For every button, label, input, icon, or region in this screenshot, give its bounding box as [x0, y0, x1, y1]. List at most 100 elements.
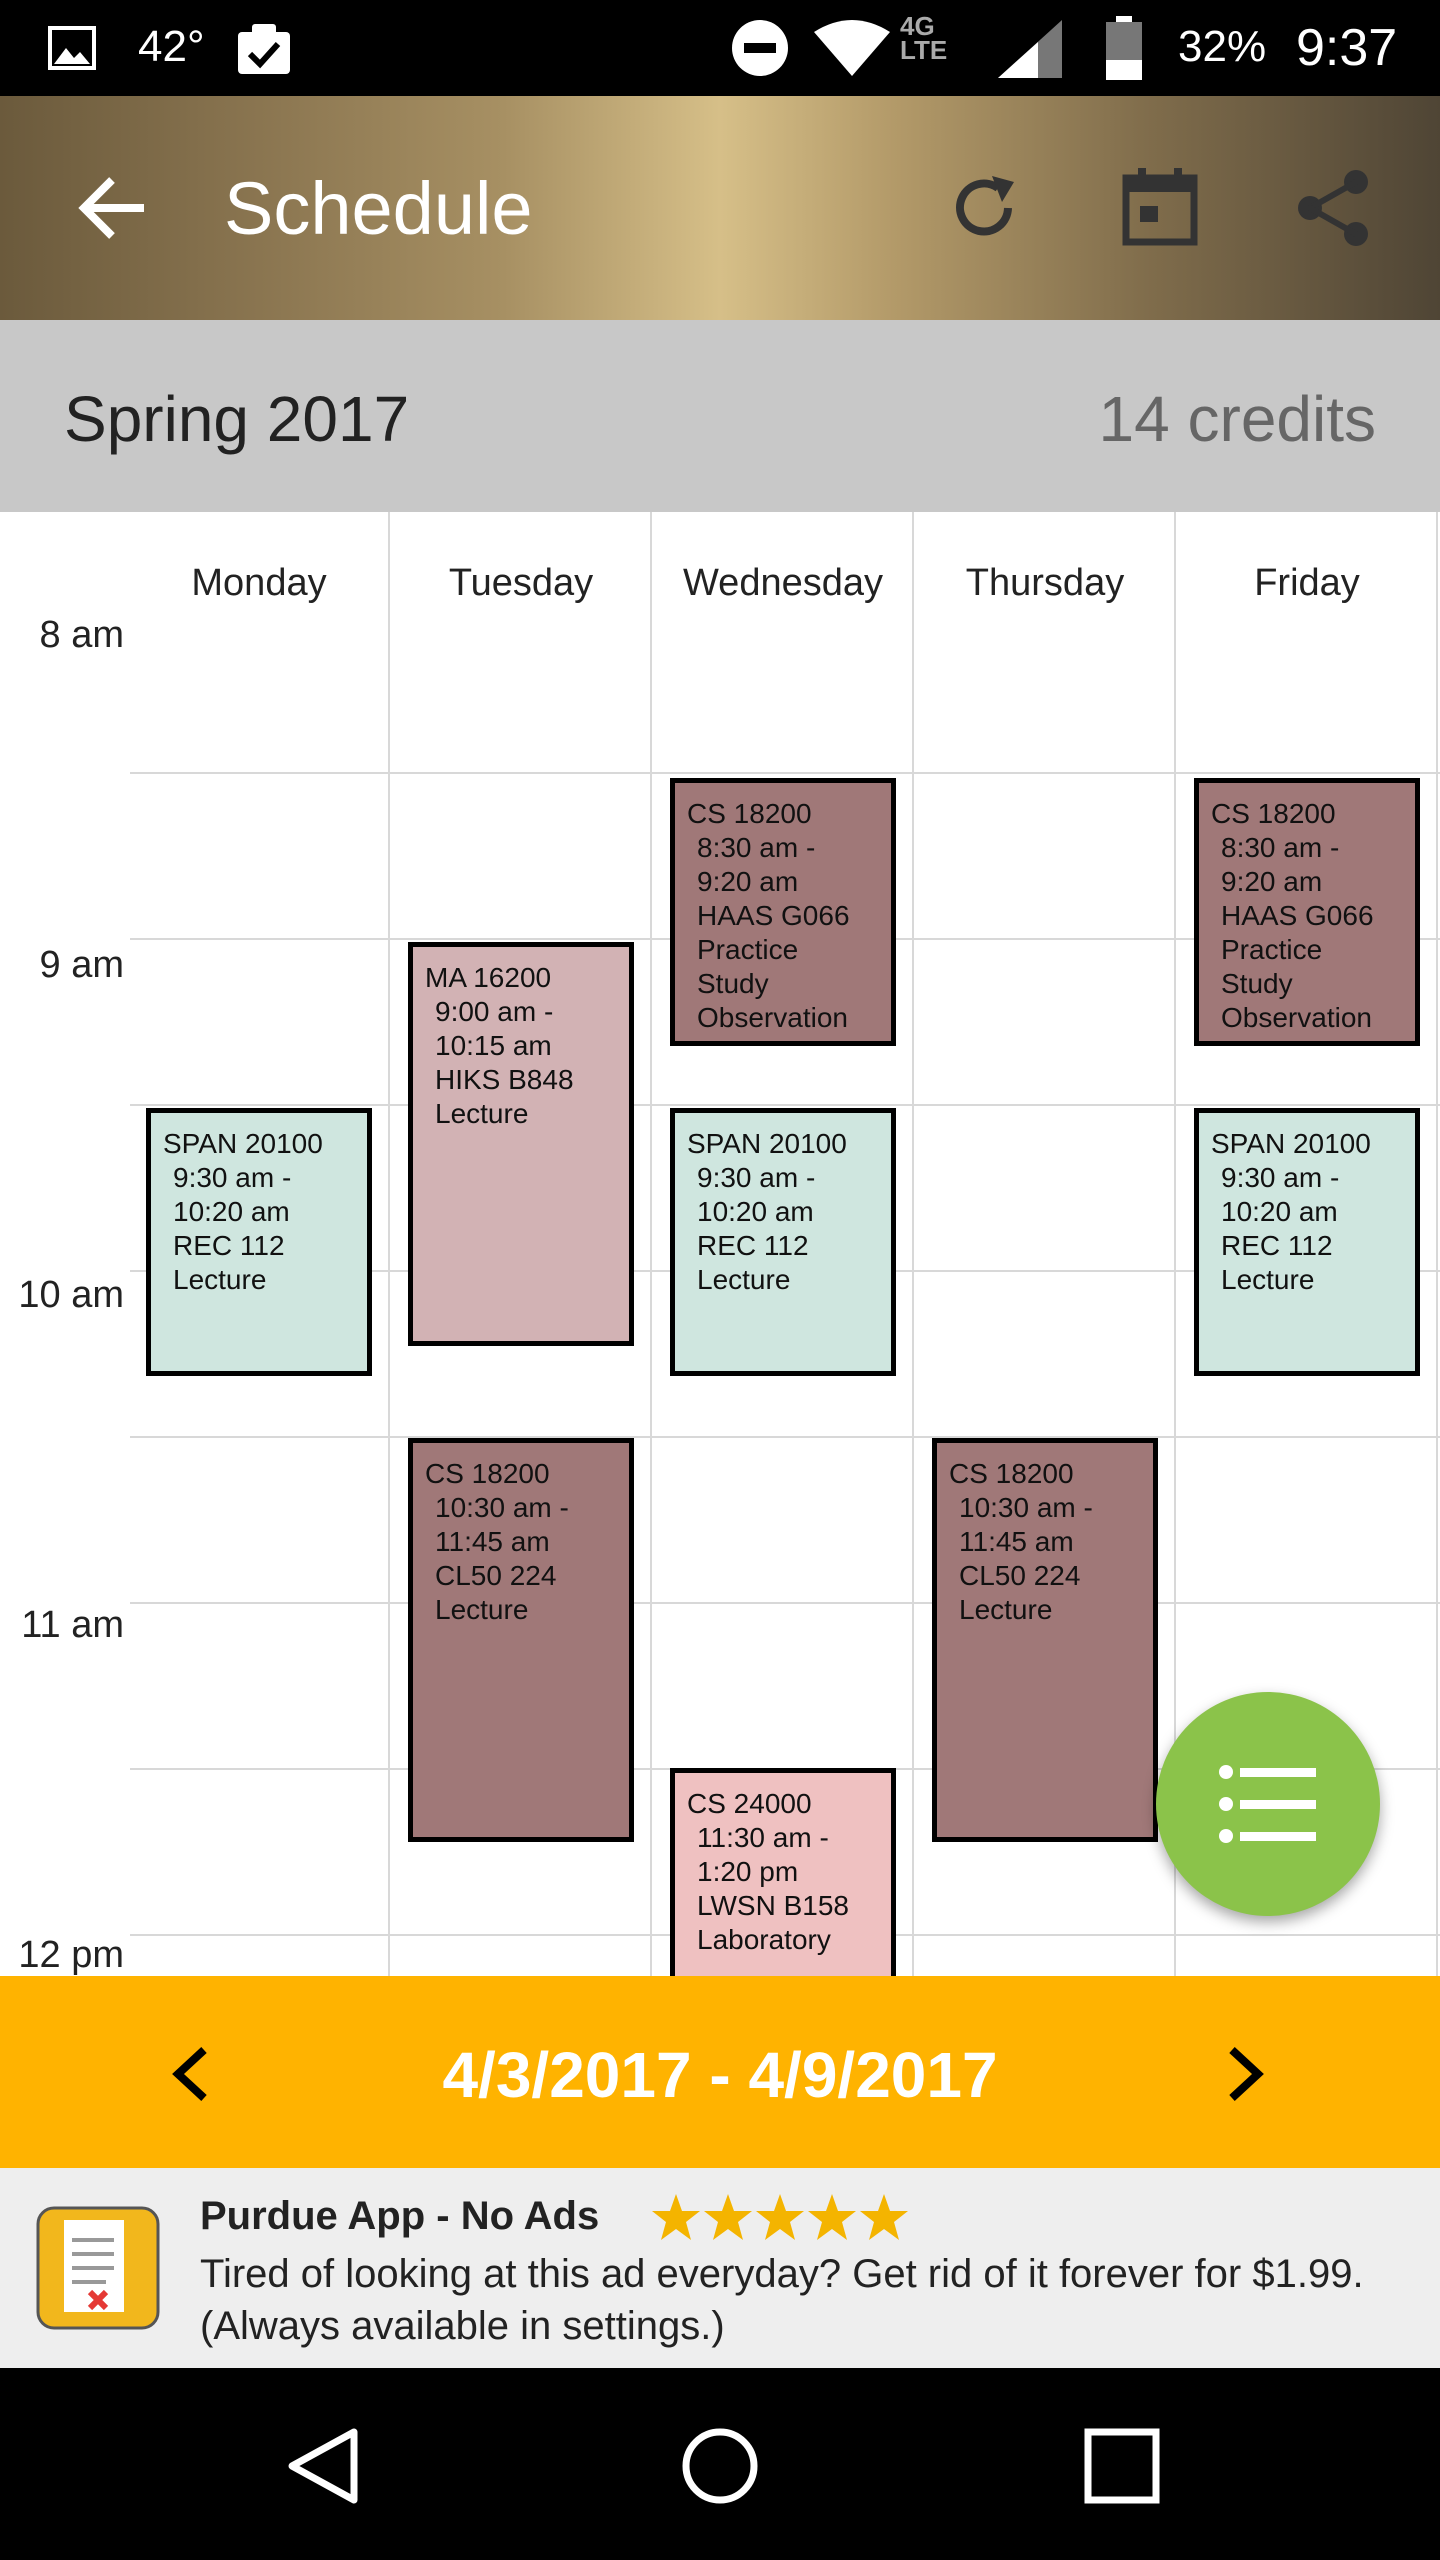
day-header-wednesday: Wednesday: [683, 562, 883, 604]
ad-description: Tired of looking at this ad everyday? Ge…: [200, 2252, 1364, 2348]
class-block-cs-wednesday[interactable]: CS 18200 8:30 am - 9:20 am HAAS G066 Pra…: [670, 778, 896, 1046]
system-nav-bar: [0, 2368, 1440, 2560]
class-line: 9:30 am -: [173, 1162, 292, 1193]
class-line: Lecture: [1221, 1264, 1315, 1295]
time-label: 9 am: [39, 944, 124, 986]
class-line: HAAS G066: [697, 900, 850, 931]
clipboard-check-icon: [238, 24, 290, 74]
day-header-thursday: Thursday: [965, 562, 1125, 604]
class-line: 10:20 am: [173, 1196, 290, 1227]
class-block-span-monday[interactable]: SPAN 20100 9:30 am - 10:20 am REC 112 Le…: [146, 1108, 372, 1376]
grid-line: [130, 1602, 1440, 1604]
class-code: MA 16200: [425, 962, 552, 993]
week-range-label: 4/3/2017 - 4/9/2017: [442, 2039, 998, 2111]
class-line: Laboratory: [697, 1924, 831, 1955]
class-code: CS 18200: [687, 798, 812, 829]
temperature-text: 42°: [138, 22, 205, 71]
class-line: 11:30 am -: [697, 1822, 829, 1853]
share-icon[interactable]: [1296, 168, 1372, 248]
class-block-cs-thursday[interactable]: CS 18200 10:30 am - 11:45 am CL50 224 Le…: [932, 1438, 1158, 1842]
list-icon: [1219, 1765, 1316, 1843]
class-line: Lecture: [435, 1594, 529, 1625]
arrow-back-icon[interactable]: [78, 176, 148, 240]
day-header-friday: Friday: [1254, 562, 1360, 604]
class-line: 9:30 am -: [1221, 1162, 1340, 1193]
class-line: Practice: [697, 934, 799, 965]
class-line: HAAS G066: [1221, 900, 1374, 931]
class-code: SPAN 20100: [687, 1128, 847, 1159]
class-block-span-friday[interactable]: SPAN 20100 9:30 am - 10:20 am REC 112 Le…: [1194, 1108, 1420, 1376]
list-view-fab[interactable]: [1156, 1692, 1380, 1916]
battery-text: 32%: [1178, 22, 1267, 71]
class-line: 10:30 am -: [435, 1492, 569, 1523]
time-label: 8 am: [39, 614, 124, 656]
week-navigation: 4/3/2017 - 4/9/2017: [0, 1976, 1440, 2168]
class-line: 8:30 am -: [1221, 832, 1340, 863]
class-line: 11:45 am: [435, 1526, 550, 1557]
class-line: Lecture: [959, 1594, 1053, 1625]
class-line: 9:00 am -: [435, 996, 554, 1027]
grid-line: [388, 512, 390, 1976]
class-block-span-wednesday[interactable]: SPAN 20100 9:30 am - 10:20 am REC 112 Le…: [670, 1108, 896, 1376]
refresh-icon[interactable]: [948, 172, 1020, 244]
class-code: CS 18200: [425, 1458, 550, 1489]
class-line: Study: [697, 968, 769, 999]
page-title: Schedule: [224, 167, 533, 250]
class-line: 9:30 am -: [697, 1162, 816, 1193]
class-line: 1:20 pm: [697, 1856, 799, 1887]
class-line: 9:20 am: [697, 866, 799, 897]
class-line: 9:20 am: [1221, 866, 1323, 897]
time-label: 10 am: [18, 1274, 124, 1316]
class-line: 10:15 am: [435, 1030, 552, 1061]
class-line: 11:45 am: [959, 1526, 1074, 1557]
class-line: CL50 224: [435, 1560, 557, 1591]
class-code: CS 18200: [1211, 798, 1336, 829]
day-header-monday: Monday: [191, 562, 327, 604]
term-header: Spring 2017 14 credits: [0, 320, 1440, 512]
class-block-cs240-wednesday[interactable]: CS 24000 11:30 am - 1:20 pm LWSN B158 La…: [670, 1768, 896, 1976]
class-block-ma-tuesday[interactable]: MA 16200 9:00 am - 10:15 am HIKS B848 Le…: [408, 942, 634, 1346]
class-block-cs-tuesday[interactable]: CS 18200 10:30 am - 11:45 am CL50 224 Le…: [408, 1438, 634, 1842]
ad-banner[interactable]: Purdue App - No Ads Tired of looking at …: [0, 2168, 1440, 2368]
class-block-cs-friday[interactable]: CS 18200 8:30 am - 9:20 am HAAS G066 Pra…: [1194, 778, 1420, 1046]
day-header-tuesday: Tuesday: [448, 562, 594, 604]
class-line: Lecture: [435, 1098, 529, 1129]
calendar-icon[interactable]: [1122, 166, 1198, 246]
class-line: Practice: [1221, 934, 1323, 965]
grid-line: [130, 1104, 1440, 1106]
class-code: SPAN 20100: [163, 1128, 323, 1159]
class-line: 8:30 am -: [697, 832, 816, 863]
app-document-icon: [36, 2206, 160, 2330]
back-nav-icon[interactable]: [284, 2426, 360, 2506]
class-line: Lecture: [697, 1264, 791, 1295]
ad-title: Purdue App - No Ads: [200, 2194, 600, 2238]
do-not-disturb-icon: [732, 20, 788, 76]
battery-icon: [1106, 16, 1142, 80]
class-line: REC 112: [173, 1230, 285, 1261]
status-bar: 42° 4G LTE 32% 9:37: [0, 0, 1440, 96]
term-name: Spring 2017: [64, 383, 410, 455]
grid-line: [912, 512, 914, 1976]
time-label: 11 am: [21, 1604, 124, 1646]
signal-icon: [998, 20, 1062, 78]
grid-line: [650, 512, 652, 1976]
class-line: 10:30 am -: [959, 1492, 1093, 1523]
grid-line: [130, 772, 1440, 774]
class-line: 10:20 am: [1221, 1196, 1338, 1227]
rating-stars: [652, 2194, 908, 2240]
class-line: REC 112: [697, 1230, 809, 1261]
recents-nav-icon[interactable]: [1084, 2428, 1160, 2504]
class-line: 10:20 am: [697, 1196, 814, 1227]
class-line: HIKS B848: [435, 1064, 574, 1095]
term-credits: 14 credits: [1098, 383, 1376, 455]
network-type-text: 4G LTE: [900, 11, 948, 65]
class-line: CL50 224: [959, 1560, 1081, 1591]
class-code: CS 24000: [687, 1788, 812, 1819]
class-line: Observation: [1221, 1002, 1372, 1033]
home-nav-icon[interactable]: [680, 2426, 760, 2506]
class-code: SPAN 20100: [1211, 1128, 1371, 1159]
grid-line: [1436, 512, 1438, 1976]
toolbar: Schedule: [0, 96, 1440, 320]
class-line: LWSN B158: [697, 1890, 849, 1921]
chevron-right-icon[interactable]: [1226, 2046, 1266, 2102]
